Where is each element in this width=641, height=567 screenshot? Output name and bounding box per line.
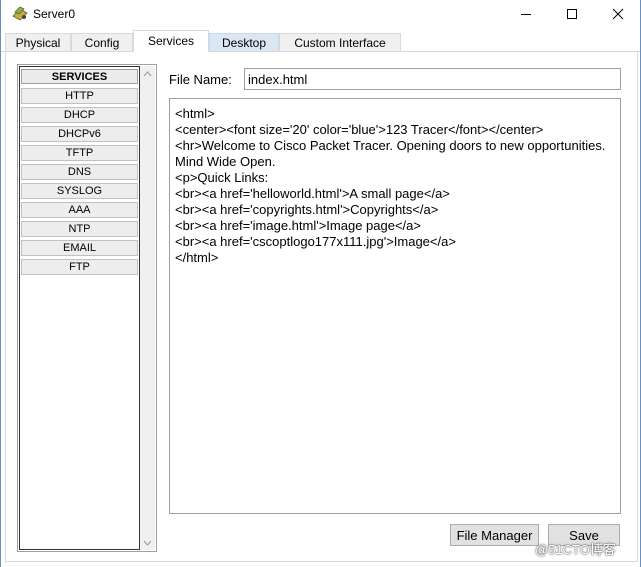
service-item-dns[interactable]: DNS bbox=[21, 164, 138, 180]
watermark: @51CTO博客 bbox=[535, 542, 616, 557]
close-icon bbox=[612, 8, 624, 20]
minimize-button[interactable] bbox=[503, 0, 549, 28]
service-item-http[interactable]: HTTP bbox=[21, 88, 138, 104]
service-item-email[interactable]: EMAIL bbox=[21, 240, 138, 256]
file-name-label: File Name: bbox=[169, 72, 232, 87]
services-list: SERVICES HTTP DHCP DHCPv6 TFTP DNS SYSLO… bbox=[19, 66, 140, 550]
file-manager-button[interactable]: File Manager bbox=[450, 524, 539, 546]
service-item-ftp[interactable]: FTP bbox=[21, 259, 138, 275]
service-item-ntp[interactable]: NTP bbox=[21, 221, 138, 237]
services-list-panel: SERVICES HTTP DHCP DHCPv6 TFTP DNS SYSLO… bbox=[17, 64, 157, 552]
minimize-icon bbox=[521, 14, 531, 15]
services-scrollbar[interactable] bbox=[140, 66, 155, 550]
maximize-icon bbox=[567, 9, 577, 19]
tab-desktop[interactable]: Desktop bbox=[209, 33, 279, 51]
services-header: SERVICES bbox=[21, 69, 138, 84]
maximize-button[interactable] bbox=[549, 0, 595, 28]
service-item-syslog[interactable]: SYSLOG bbox=[21, 183, 138, 199]
scroll-up-icon[interactable] bbox=[140, 66, 155, 81]
service-item-dhcpv6[interactable]: DHCPv6 bbox=[21, 126, 138, 142]
window-title: Server0 bbox=[33, 7, 76, 21]
scroll-down-icon[interactable] bbox=[140, 535, 155, 550]
html-editor[interactable]: <html> <center><font size='20' color='bl… bbox=[169, 98, 621, 514]
tab-physical[interactable]: Physical bbox=[5, 33, 71, 51]
close-button[interactable] bbox=[595, 0, 641, 28]
service-item-dhcp[interactable]: DHCP bbox=[21, 107, 138, 123]
packet-tracer-icon bbox=[12, 6, 28, 21]
service-item-aaa[interactable]: AAA bbox=[21, 202, 138, 218]
tab-custom-interface[interactable]: Custom Interface bbox=[279, 33, 401, 51]
file-name-input[interactable] bbox=[244, 68, 621, 90]
service-item-tftp[interactable]: TFTP bbox=[21, 145, 138, 161]
server-window: Server0 Physical Config Services Desktop… bbox=[0, 0, 641, 567]
tab-services[interactable]: Services bbox=[133, 30, 209, 52]
tab-config[interactable]: Config bbox=[71, 33, 133, 51]
title-bar: Server0 bbox=[1, 0, 640, 30]
